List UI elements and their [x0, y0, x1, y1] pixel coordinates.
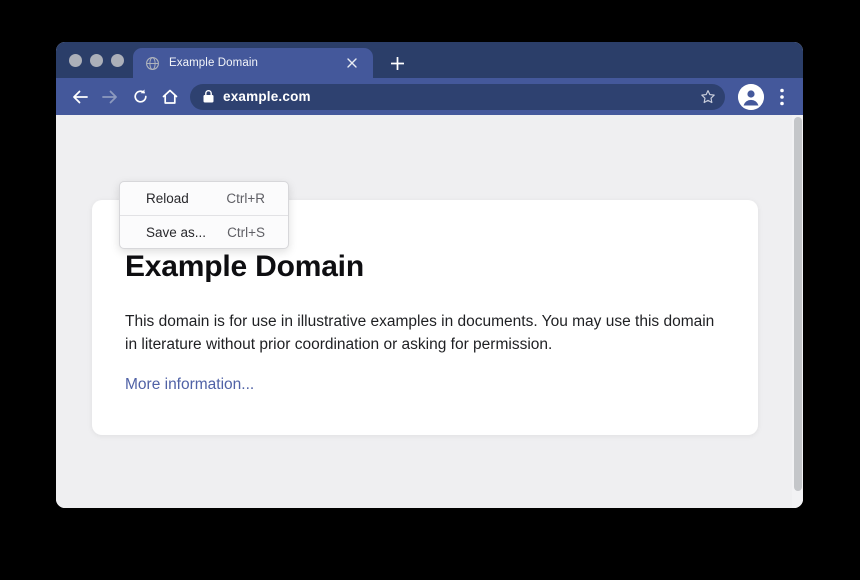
- tab-title: Example Domain: [169, 57, 343, 69]
- page-paragraph: This domain is for use in illustrative e…: [125, 310, 717, 357]
- window-close-button[interactable]: [69, 54, 82, 67]
- forward-icon[interactable]: [95, 82, 125, 112]
- window-minimize-button[interactable]: [90, 54, 103, 67]
- address-bar[interactable]: example.com: [190, 84, 725, 110]
- window-zoom-button[interactable]: [111, 54, 124, 67]
- url-text: example.com: [223, 89, 311, 104]
- reload-icon[interactable]: [125, 82, 155, 112]
- context-menu-item-save-as[interactable]: Save as... Ctrl+S: [120, 215, 288, 248]
- new-tab-button[interactable]: [383, 49, 411, 77]
- window-controls: [69, 54, 124, 67]
- scrollbar-track[interactable]: [792, 115, 803, 508]
- browser-toolbar: example.com: [56, 78, 803, 115]
- browser-window: Example Domain: [56, 42, 803, 508]
- tab-close-icon[interactable]: [343, 54, 361, 72]
- menu-item-label: Save as...: [146, 225, 206, 240]
- page-title: Example Domain: [125, 250, 718, 284]
- menu-item-label: Reload: [146, 191, 189, 206]
- more-information-link[interactable]: More information...: [125, 376, 254, 394]
- browser-menu-icon[interactable]: [770, 82, 794, 112]
- scrollbar-thumb[interactable]: [794, 117, 802, 491]
- tab-example-domain[interactable]: Example Domain: [133, 48, 373, 78]
- page-viewport: Example Domain This domain is for use in…: [56, 115, 803, 508]
- context-menu: Reload Ctrl+R Save as... Ctrl+S: [119, 181, 289, 249]
- bookmark-star-icon[interactable]: [700, 89, 716, 105]
- home-icon[interactable]: [155, 82, 185, 112]
- context-menu-item-reload[interactable]: Reload Ctrl+R: [120, 182, 288, 215]
- menu-item-shortcut: Ctrl+R: [226, 191, 265, 206]
- profile-avatar-icon[interactable]: [738, 84, 764, 110]
- back-icon[interactable]: [65, 82, 95, 112]
- menu-item-shortcut: Ctrl+S: [227, 225, 265, 240]
- globe-favicon-icon: [145, 56, 160, 71]
- tab-strip: Example Domain: [56, 42, 803, 78]
- lock-icon: [203, 90, 214, 103]
